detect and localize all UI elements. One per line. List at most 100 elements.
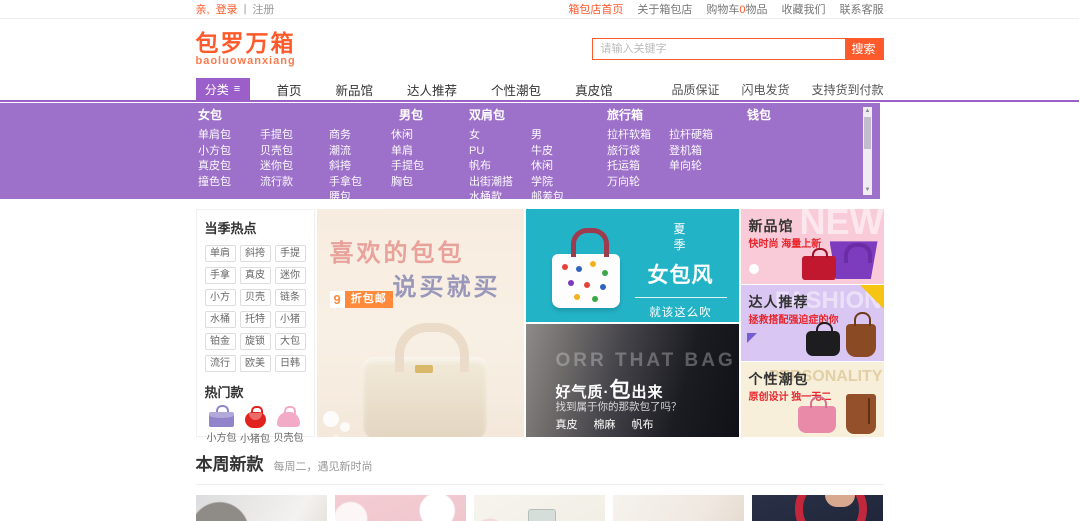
hot-style-label: 小方包 xyxy=(206,429,238,444)
hot-tag[interactable]: 贝壳包 xyxy=(240,289,271,306)
scroll-up-icon[interactable]: ▲ xyxy=(863,107,872,116)
menu-item[interactable]: 贝壳包 xyxy=(260,144,322,160)
shell-bag-icon xyxy=(277,412,300,427)
summer-bag-banner[interactable]: 夏 季 女包风 就该这么吹 xyxy=(526,209,739,322)
panel-title: 当季热点 xyxy=(205,218,306,237)
menu-item[interactable]: 腰包 xyxy=(329,190,391,199)
hot-tag[interactable]: 小方包 xyxy=(205,289,236,306)
product-photo[interactable] xyxy=(196,495,327,521)
menu-item[interactable]: 手提包 xyxy=(260,128,322,144)
weekly-new-header: 本周新款 每周二，遇见新时尚 xyxy=(196,450,884,485)
menu-item[interactable]: 拉杆硬箱 xyxy=(669,128,747,144)
search-bar: 搜索 xyxy=(592,38,884,60)
nav-item-recommend[interactable]: 达人推荐 xyxy=(390,80,474,99)
menu-item[interactable]: 小方包 xyxy=(198,144,260,160)
menu-item[interactable]: 胸包 xyxy=(391,175,453,191)
nav-item-new[interactable]: 新品馆 xyxy=(319,80,391,99)
brown-bucket-bag-photo xyxy=(846,394,876,434)
menu-item[interactable]: 托运箱 xyxy=(607,159,669,175)
nav-item-home[interactable]: 首页 xyxy=(260,80,319,99)
main-promo-banner[interactable]: 喜欢的包包 说买就买 9 折包邮 xyxy=(317,209,524,437)
menu-item[interactable]: 单肩 xyxy=(391,144,453,160)
hot-tag[interactable]: 水桶包 xyxy=(205,311,236,328)
hot-tag[interactable]: 斜挎包 xyxy=(240,245,271,262)
shop-home-link[interactable]: 箱包店首页 xyxy=(568,1,623,17)
menu-group-men-bags: 男包 商务 潮流 斜挎 手拿包 腰包 休闲 单肩 手提包 胸包 xyxy=(329,108,469,199)
menu-item[interactable]: 撞色包 xyxy=(198,175,260,191)
hot-tag[interactable]: 手拿包 xyxy=(205,267,236,284)
menu-item[interactable]: 手拿包 xyxy=(329,175,391,191)
menu-item[interactable]: 休闲 xyxy=(531,159,593,175)
discount-number: 9 xyxy=(330,291,345,308)
hot-tag[interactable]: 单肩包 xyxy=(205,245,236,262)
hot-tag[interactable]: 日韩风 xyxy=(275,355,306,372)
menu-item[interactable]: 潮流 xyxy=(329,144,391,160)
favorites-link[interactable]: 收藏我们 xyxy=(782,1,826,17)
menu-item[interactable]: 帆布 xyxy=(469,159,531,175)
product-photo[interactable] xyxy=(474,495,605,521)
menu-item[interactable]: 休闲 xyxy=(391,128,453,144)
menu-item[interactable]: 旅行袋 xyxy=(607,144,669,160)
new-arrivals-banner[interactable]: NEW 新品馆 快时尚 海量上新 xyxy=(741,209,884,284)
more-new-styles-tile[interactable]: 更多新款 xyxy=(752,495,883,521)
menu-item[interactable]: 牛皮 xyxy=(531,144,593,160)
menu-item[interactable]: 水桶款 xyxy=(469,190,531,199)
hot-style-item[interactable]: 小方包 xyxy=(206,401,238,445)
menu-scrollbar[interactable]: ▲ ▼ xyxy=(863,107,872,195)
menu-item[interactable]: 商务 xyxy=(329,128,391,144)
trendy-bags-banner[interactable]: PERSONALITY 个性潮包 原创设计 独一无二 xyxy=(741,362,884,437)
scroll-down-icon[interactable]: ▼ xyxy=(863,186,872,195)
menu-item[interactable]: 真皮包 xyxy=(198,159,260,175)
banner-subheadline: 说买就买 xyxy=(393,267,501,302)
menu-item[interactable]: 出街潮搭 xyxy=(469,175,531,191)
menu-item[interactable]: 男 xyxy=(531,128,593,144)
menu-item[interactable]: 邮差包 xyxy=(531,190,593,199)
menu-item[interactable]: 斜挎 xyxy=(329,159,391,175)
menu-group-title: 钱包 xyxy=(747,108,880,122)
site-logo[interactable]: 包罗万箱 baoluowanxiang xyxy=(196,31,296,67)
quality-bag-banner[interactable]: ORR THAT BAG 好气质·包出来 找到属于你的那款包了吗？ 真皮 棉麻 … xyxy=(526,324,739,437)
hot-tag[interactable]: 流行款 xyxy=(205,355,236,372)
expert-picks-banner[interactable]: FASHION 达人推荐 拯救搭配强迫症的你 xyxy=(741,285,884,360)
menu-item[interactable]: 单向轮 xyxy=(669,159,747,175)
scrollbar-thumb[interactable] xyxy=(864,117,871,149)
category-button[interactable]: 分类 ≡ xyxy=(196,78,250,100)
hot-tag[interactable]: 小猪包 xyxy=(275,311,306,328)
menu-item[interactable]: 迷你包 xyxy=(260,159,322,175)
search-input[interactable] xyxy=(593,39,845,59)
product-photo[interactable] xyxy=(613,495,744,521)
menu-item[interactable]: 女 xyxy=(469,128,531,144)
search-button[interactable]: 搜索 xyxy=(845,39,883,59)
summer-banner-title: 女包风 xyxy=(635,259,727,289)
menu-item[interactable]: PU xyxy=(469,144,531,160)
menu-item[interactable]: 登机箱 xyxy=(669,144,747,160)
dot-decor xyxy=(749,264,759,274)
menu-item[interactable]: 流行款 xyxy=(260,175,322,191)
hot-style-item[interactable]: 贝壳包 xyxy=(273,401,305,445)
menu-item[interactable]: 学院 xyxy=(531,175,593,191)
login-link[interactable]: 登录 xyxy=(216,1,238,17)
hot-tag[interactable]: 铂金包 xyxy=(205,333,236,350)
product-photo[interactable] xyxy=(335,495,466,521)
register-link[interactable]: 注册 xyxy=(252,1,274,17)
hot-tag[interactable]: 大包 xyxy=(275,333,306,350)
hot-tag[interactable]: 欧美风 xyxy=(240,355,271,372)
hot-tag[interactable]: 旋锁包 xyxy=(240,333,271,350)
hot-style-item[interactable]: 小猪包 xyxy=(239,401,271,445)
nav-item-trendy[interactable]: 个性潮包 xyxy=(474,80,558,99)
about-link[interactable]: 关于箱包店 xyxy=(637,1,692,17)
menu-item[interactable]: 手提包 xyxy=(391,159,453,175)
hot-tag[interactable]: 托特包 xyxy=(240,311,271,328)
hot-tag[interactable]: 手提包 xyxy=(275,245,306,262)
menu-item[interactable]: 万向轮 xyxy=(607,175,669,191)
hot-tag[interactable]: 真皮包 xyxy=(240,267,271,284)
customer-service-link[interactable]: 联系客服 xyxy=(840,1,884,17)
nav-item-leather[interactable]: 真皮馆 xyxy=(558,80,630,99)
menu-item[interactable]: 拉杆软箱 xyxy=(607,128,669,144)
quality-banner-question: 找到属于你的那款包了吗？ xyxy=(556,399,682,414)
menu-item[interactable]: 单肩包 xyxy=(198,128,260,144)
hot-tag[interactable]: 链条包 xyxy=(275,289,306,306)
cart-link[interactable]: 购物车0物品 xyxy=(706,1,767,17)
hot-tag[interactable]: 迷你包 xyxy=(275,267,306,284)
flower-decor xyxy=(323,411,339,427)
